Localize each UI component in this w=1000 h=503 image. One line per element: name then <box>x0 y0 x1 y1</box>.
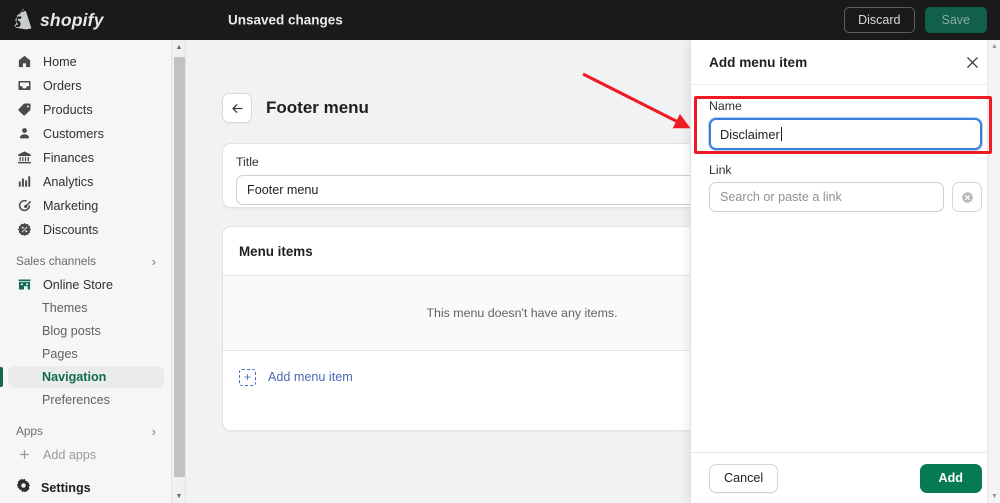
sidebar-item-discounts[interactable]: Discounts <box>8 218 164 241</box>
back-button[interactable] <box>222 93 252 123</box>
sidebar-section-apps[interactable]: Apps › <box>8 422 164 440</box>
finances-bank-icon <box>16 149 33 166</box>
scroll-up-arrow[interactable]: ▲ <box>172 40 185 54</box>
add-menu-item-label: Add menu item <box>268 370 353 384</box>
sidebar-item-label: Navigation <box>42 370 107 384</box>
sidebar-item-label: Marketing <box>43 198 99 213</box>
sidebar-item-products[interactable]: Products <box>8 98 164 121</box>
plus-square-dashed-icon: + <box>239 368 256 386</box>
scroll-up-arrow[interactable]: ▲ <box>988 40 1000 53</box>
sidebar-item-add-apps[interactable]: Add apps <box>8 443 164 466</box>
sidebar-item-label: Settings <box>41 481 91 495</box>
sidebar-item-label: Orders <box>43 78 82 93</box>
products-tag-icon <box>16 101 33 118</box>
name-input-value: Disclaimer <box>720 126 780 142</box>
drawer-scrollbar[interactable]: ▲ ▼ <box>987 40 1000 503</box>
sidebar-item-home[interactable]: Home <box>8 50 164 73</box>
plus-icon <box>16 446 33 463</box>
analytics-bars-icon <box>16 173 33 190</box>
shopify-wordmark: shopify <box>40 9 104 30</box>
sidebar-item-label: Themes <box>42 301 88 315</box>
link-field-row <box>709 182 982 212</box>
sidebar-item-label: Blog posts <box>42 324 101 338</box>
sidebar-item-online-store[interactable]: Online Store <box>8 273 164 296</box>
add-menu-item-drawer: Add menu item Name Disclaimer Link Searc… <box>690 40 1000 503</box>
page-header: Footer menu <box>222 93 369 123</box>
storefront-icon <box>16 276 33 293</box>
apps-label: Apps <box>16 424 43 438</box>
drawer-header: Add menu item <box>691 40 1000 85</box>
sidebar-item-label: Discounts <box>43 222 99 237</box>
unsaved-changes-label: Unsaved changes <box>228 12 343 28</box>
drawer-title: Add menu item <box>709 54 808 70</box>
sidebar-item-blog-posts[interactable]: Blog posts <box>8 320 164 342</box>
shopify-admin-screen: shopify Unsaved changes Discard Save Hom… <box>0 0 1000 503</box>
sidebar-item-orders[interactable]: Orders <box>8 74 164 97</box>
sidebar-item-label: Online Store <box>43 277 114 292</box>
orders-inbox-icon <box>16 77 33 94</box>
close-icon[interactable] <box>961 51 983 73</box>
sidebar-scrollbar[interactable]: ▲ ▼ <box>171 40 185 503</box>
link-input[interactable] <box>709 182 944 212</box>
save-button[interactable]: Save <box>924 7 987 33</box>
sidebar-scrollbar-thumb[interactable] <box>174 57 185 477</box>
sidebar: Home Orders Products Customers Finances … <box>0 40 186 503</box>
sidebar-item-label: Finances <box>43 150 95 165</box>
clear-circle-x-icon[interactable] <box>952 182 982 212</box>
drawer-footer: Cancel Add <box>691 452 1000 503</box>
sidebar-item-finances[interactable]: Finances <box>8 146 164 169</box>
scroll-down-arrow[interactable]: ▼ <box>172 489 185 503</box>
name-field-label: Name <box>709 99 742 113</box>
home-icon <box>16 53 33 70</box>
discounts-badge-icon <box>16 221 33 238</box>
sidebar-item-pages[interactable]: Pages <box>8 343 164 365</box>
scroll-down-arrow[interactable]: ▼ <box>988 490 1000 503</box>
top-bar: shopify Unsaved changes Discard Save <box>0 0 1000 40</box>
discard-button[interactable]: Discard <box>844 7 915 33</box>
chevron-right-icon: › <box>151 423 156 439</box>
sales-channels-label: Sales channels <box>16 254 97 268</box>
sidebar-item-settings[interactable]: Settings <box>0 475 172 501</box>
sidebar-item-analytics[interactable]: Analytics <box>8 170 164 193</box>
sidebar-item-label: Pages <box>42 347 78 361</box>
sidebar-item-label: Products <box>43 102 93 117</box>
sidebar-section-sales-channels[interactable]: Sales channels › <box>8 252 164 270</box>
marketing-megaphone-icon <box>16 197 33 214</box>
chevron-right-icon: › <box>151 253 156 269</box>
sidebar-item-customers[interactable]: Customers <box>8 122 164 145</box>
sidebar-item-label: Home <box>43 54 77 69</box>
sidebar-item-preferences[interactable]: Preferences <box>8 389 164 411</box>
add-button[interactable]: Add <box>919 463 982 493</box>
sidebar-item-label: Preferences <box>42 393 110 407</box>
link-field-label: Link <box>709 163 732 177</box>
sidebar-item-navigation[interactable]: Navigation <box>0 366 164 388</box>
sidebar-item-marketing[interactable]: Marketing <box>8 194 164 217</box>
sidebar-item-label: Customers <box>43 126 104 141</box>
text-cursor <box>780 127 782 141</box>
shopify-logo[interactable]: shopify <box>13 8 104 32</box>
sidebar-item-themes[interactable]: Themes <box>8 297 164 319</box>
arrow-left-icon <box>231 103 243 113</box>
customers-person-icon <box>16 125 33 142</box>
gear-icon <box>16 478 31 498</box>
name-input[interactable]: Disclaimer <box>709 118 982 150</box>
page-title: Footer menu <box>266 98 369 117</box>
active-accent-bar <box>0 367 3 387</box>
sidebar-scroll-area: Home Orders Products Customers Finances … <box>0 40 172 474</box>
link-field-group: Link <box>709 163 982 212</box>
sidebar-item-label: Add apps <box>43 447 97 462</box>
sidebar-item-label: Analytics <box>43 174 94 189</box>
shopify-bag-icon <box>14 8 32 29</box>
topbar-actions: Discard Save <box>844 7 987 33</box>
menu-items-heading: Menu items <box>239 243 313 259</box>
name-field-group: Name Disclaimer <box>709 99 982 150</box>
drawer-body: Name Disclaimer Link <box>691 85 1000 212</box>
cancel-button[interactable]: Cancel <box>709 463 779 493</box>
empty-state-text: This menu doesn't have any items. <box>426 306 618 320</box>
